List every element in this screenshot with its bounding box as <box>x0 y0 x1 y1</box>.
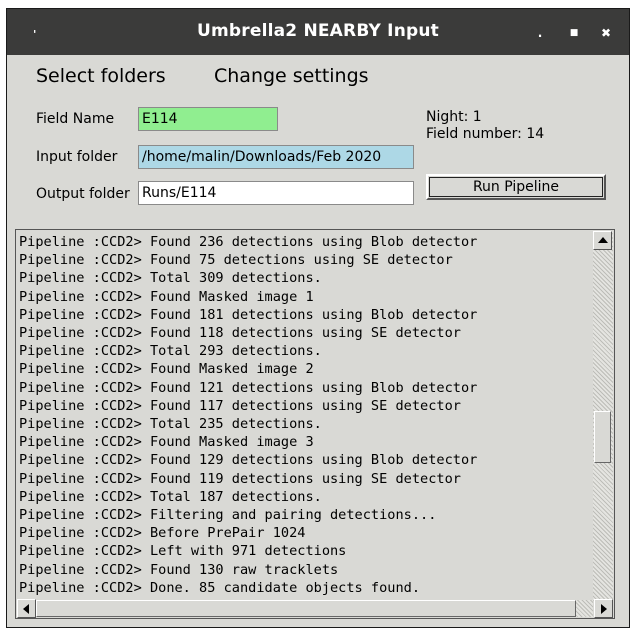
input-folder-label: Input folder <box>36 149 118 165</box>
log-line: Pipeline :CCD2> Setting up pipeline <box>19 597 591 599</box>
title-bar[interactable]: ' Umbrella2 NEARBY Input . ■ ✖ <box>7 9 629 55</box>
log-line: Pipeline :CCD2> Done. 85 candidate objec… <box>19 579 421 596</box>
maximize-icon[interactable]: ■ <box>565 24 583 42</box>
log-line: Pipeline :CCD2> Found Masked image 3 <box>19 434 314 451</box>
night-label: Night: 1 <box>426 109 482 125</box>
output-folder-input[interactable]: Runs/E114 <box>138 181 414 205</box>
menu-bar: Select folders Change settings <box>7 55 629 95</box>
log-line: Pipeline :CCD2> Found 75 detections usin… <box>19 252 453 269</box>
menu-change-settings[interactable]: Change settings <box>214 65 369 87</box>
horizontal-scroll-thumb[interactable] <box>36 600 576 617</box>
vertical-scroll-thumb[interactable] <box>594 411 611 463</box>
log-line: Pipeline :CCD2> Before PrePair 1024 <box>19 525 306 542</box>
vertical-scrollbar[interactable] <box>593 231 613 601</box>
log-panel: Pipeline :CCD2> Found 236 detections usi… <box>15 229 615 619</box>
run-pipeline-button[interactable]: Run Pipeline <box>426 174 606 200</box>
log-line: Pipeline :CCD2> Found 117 detections usi… <box>19 397 461 414</box>
log-line: Pipeline :CCD2> Total 187 detections. <box>19 488 322 505</box>
log-output[interactable]: Pipeline :CCD2> Found 236 detections usi… <box>19 233 591 599</box>
scroll-right-icon[interactable] <box>594 599 613 618</box>
menu-select-folders[interactable]: Select folders <box>36 65 166 87</box>
log-line: Pipeline :CCD2> Total 235 detections. <box>19 416 322 433</box>
log-line: Pipeline :CCD2> Filtering and pairing de… <box>19 507 437 524</box>
horizontal-scrollbar[interactable] <box>17 599 613 618</box>
input-folder-input[interactable]: /home/malin/Downloads/Feb 2020 <box>138 145 414 169</box>
close-icon[interactable]: ✖ <box>597 24 615 42</box>
log-line: Pipeline :CCD2> Found Masked image 2 <box>19 361 314 378</box>
log-line: Pipeline :CCD2> Found Masked image 1 <box>19 288 314 305</box>
app-window: ' Umbrella2 NEARBY Input . ■ ✖ Select fo… <box>6 8 630 628</box>
log-line: Pipeline :CCD2> Found 119 detections usi… <box>19 470 461 487</box>
field-name-input[interactable]: E114 <box>138 107 278 131</box>
log-line: Pipeline :CCD2> Found 130 raw tracklets <box>19 561 339 578</box>
output-folder-label: Output folder <box>36 186 130 202</box>
log-line: Pipeline :CCD2> Left with 971 detections <box>19 543 347 560</box>
field-name-label: Field Name <box>36 111 115 127</box>
log-line: Pipeline :CCD2> Total 309 detections. <box>19 270 322 287</box>
log-line: Pipeline :CCD2> Found 236 detections usi… <box>19 234 478 250</box>
log-line: Pipeline :CCD2> Found 181 detections usi… <box>19 306 478 323</box>
minimize-icon[interactable]: . <box>531 24 549 42</box>
scroll-up-icon[interactable] <box>593 231 612 250</box>
log-line: Pipeline :CCD2> Found 121 detections usi… <box>19 379 478 396</box>
log-line: Pipeline :CCD2> Found 129 detections usi… <box>19 452 478 469</box>
field-number-label: Field number: 14 <box>426 126 545 142</box>
log-line: Pipeline :CCD2> Total 293 detections. <box>19 343 322 360</box>
scroll-left-icon[interactable] <box>17 599 36 618</box>
log-line: Pipeline :CCD2> Found 118 detections usi… <box>19 325 461 342</box>
